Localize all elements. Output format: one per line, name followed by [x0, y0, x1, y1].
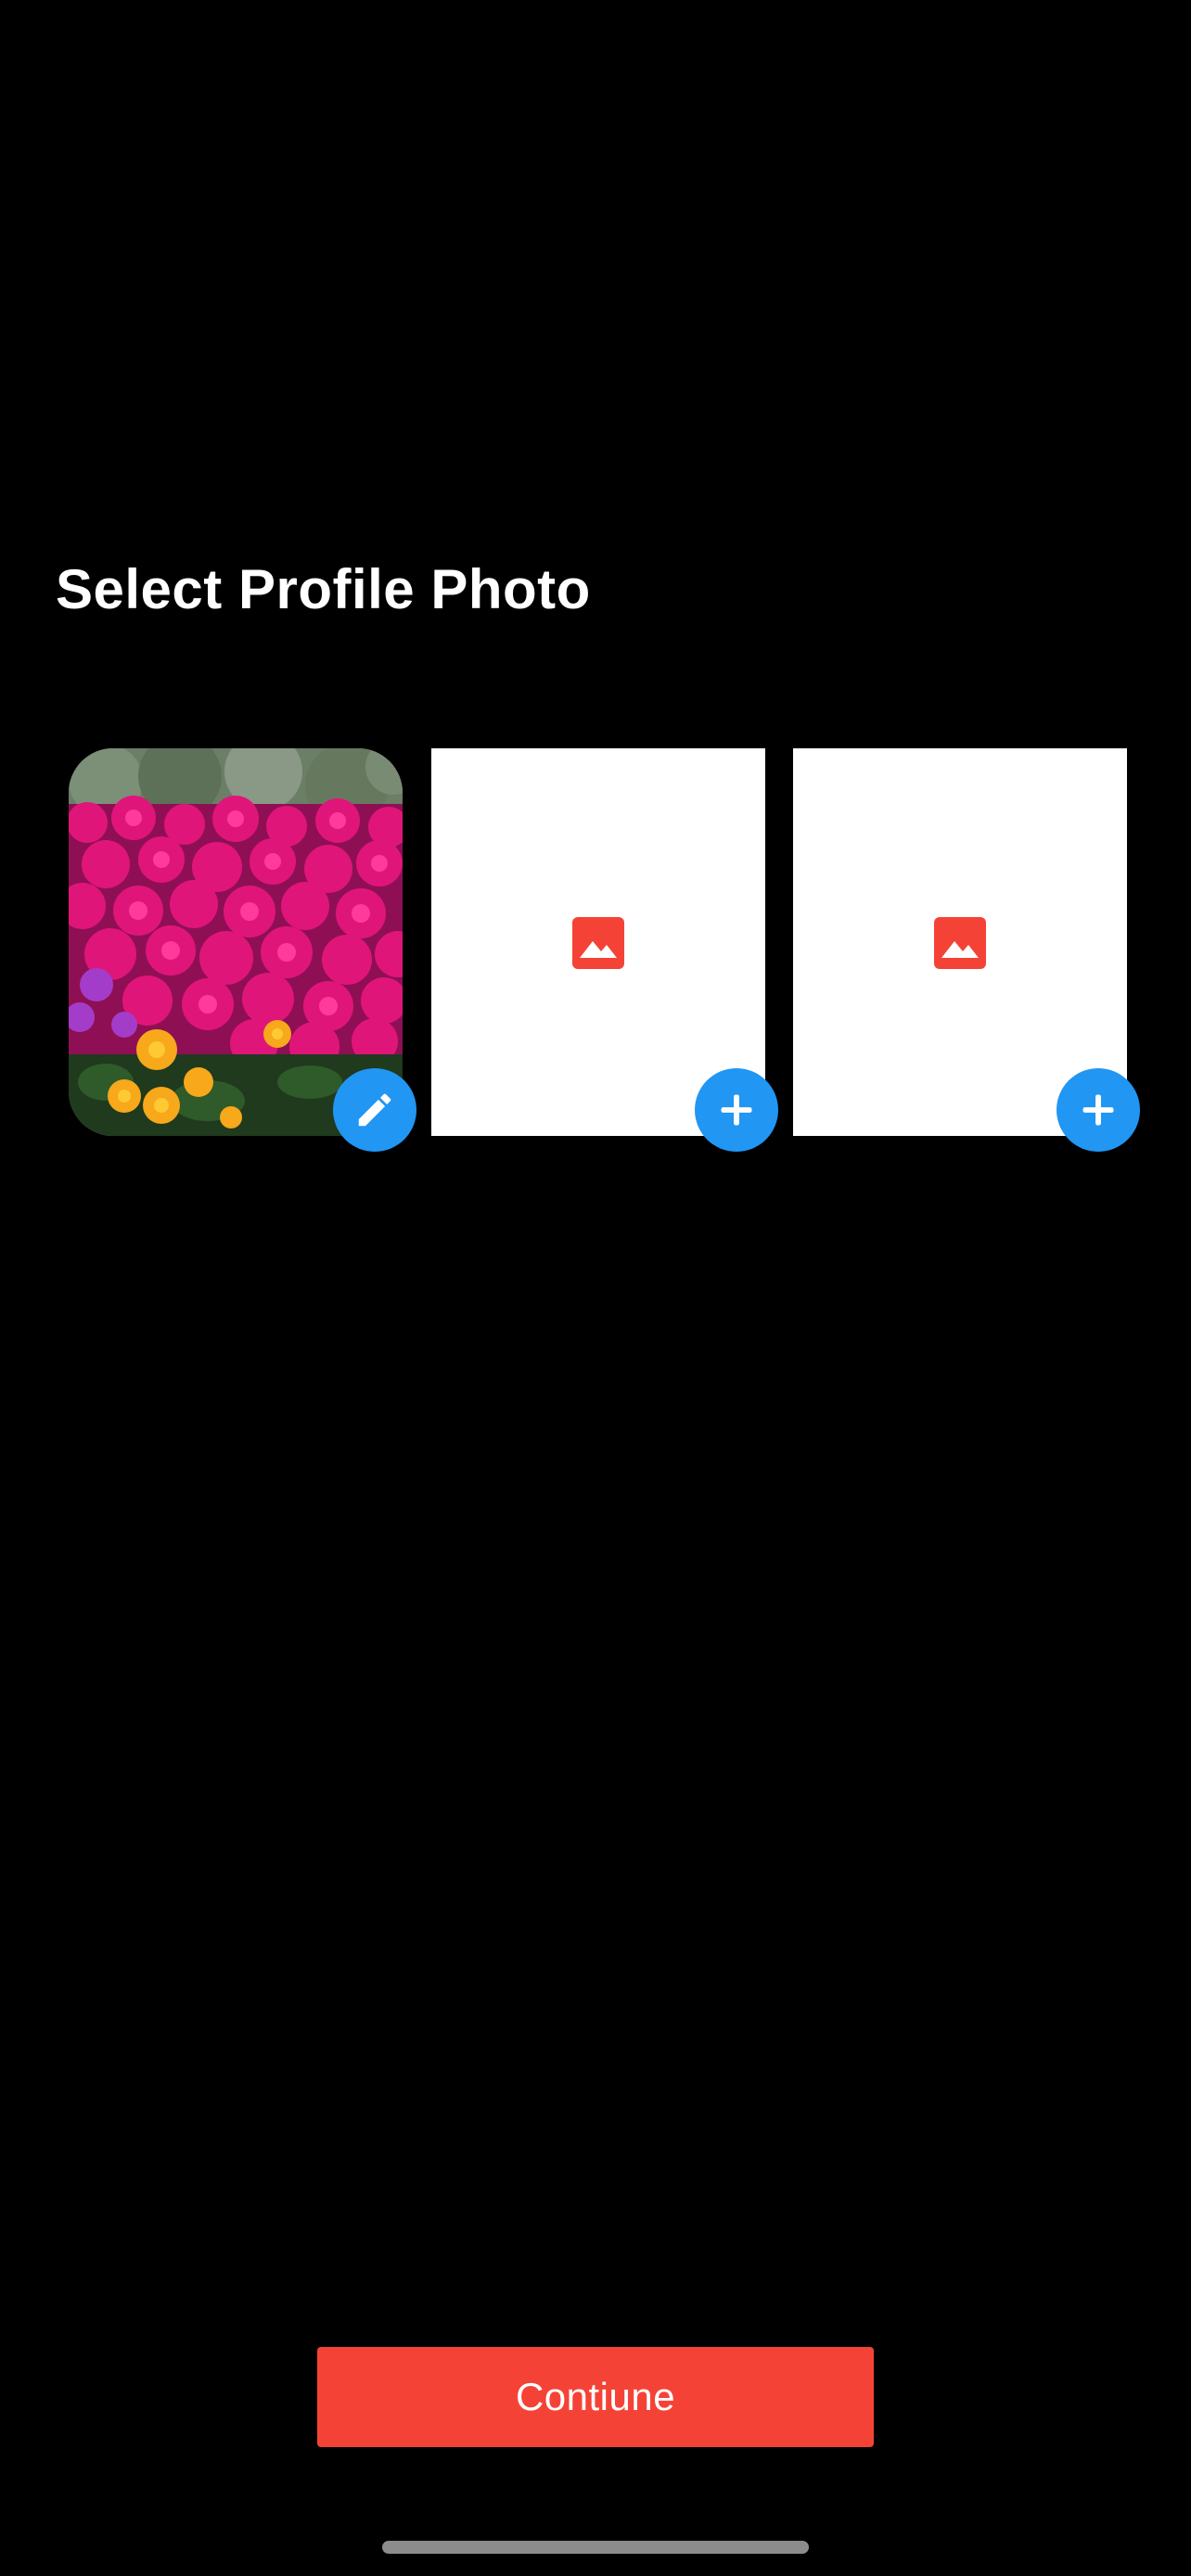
edit-photo-button[interactable] — [333, 1068, 416, 1152]
plus-icon — [1082, 1094, 1114, 1126]
continue-button[interactable]: Contiune — [317, 2347, 874, 2447]
image-placeholder-icon — [934, 917, 986, 969]
add-photo-button[interactable] — [1057, 1068, 1140, 1152]
image-placeholder-icon — [572, 917, 624, 969]
page-title: Select Profile Photo — [56, 558, 591, 620]
home-indicator[interactable] — [382, 2541, 809, 2554]
pencil-icon — [358, 1093, 391, 1127]
add-photo-button[interactable] — [695, 1068, 778, 1152]
plus-icon — [721, 1094, 752, 1126]
